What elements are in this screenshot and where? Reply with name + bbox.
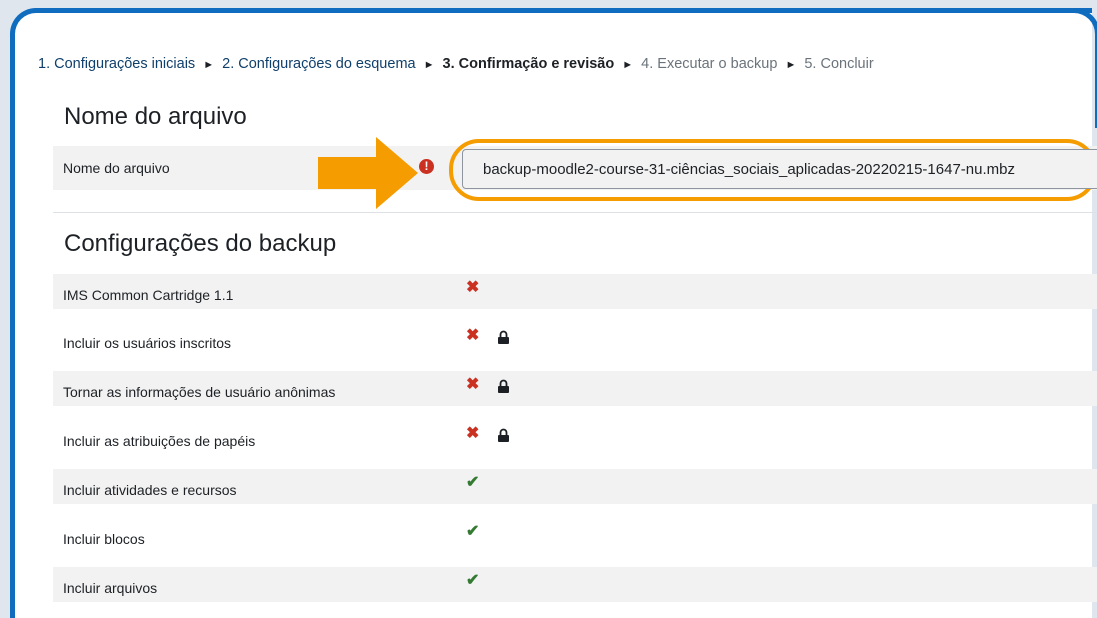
lock-icon bbox=[498, 379, 509, 393]
setting-row: Tornar as informações de usuário anônima… bbox=[53, 371, 1097, 406]
setting-label: Incluir blocos bbox=[63, 531, 145, 547]
breadcrumb-step-3-current: 3. Confirmação e revisão bbox=[442, 56, 615, 72]
backup-stage-breadcrumb: 1. Configurações iniciais ► 2. Configura… bbox=[38, 56, 874, 72]
settings-section-title: Configurações do backup bbox=[64, 230, 337, 257]
breadcrumb-separator: ► bbox=[423, 59, 435, 71]
setting-row: Incluir arquivos ✔ bbox=[53, 567, 1097, 602]
setting-label: Tornar as informações de usuário anônima… bbox=[63, 384, 336, 400]
breadcrumb-step-5: 5. Concluir bbox=[804, 56, 874, 72]
check-icon: ✔ bbox=[466, 572, 480, 589]
setting-row: Incluir as atribuições de papéis ✖ bbox=[53, 420, 1097, 455]
setting-label: Incluir os usuários inscritos bbox=[63, 335, 232, 351]
breadcrumb-separator: ► bbox=[785, 59, 797, 71]
breadcrumb-step-4: 4. Executar o backup bbox=[641, 56, 778, 72]
check-icon: ✔ bbox=[466, 474, 480, 491]
setting-label: Incluir as atribuições de papéis bbox=[63, 433, 256, 449]
setting-label: Incluir atividades e recursos bbox=[63, 482, 237, 498]
cross-icon: ✖ bbox=[466, 327, 480, 344]
setting-row: Incluir atividades e recursos ✔ bbox=[53, 469, 1097, 504]
breadcrumb-step-1: 1. Configurações iniciais bbox=[38, 56, 196, 72]
setting-row: Incluir os usuários inscritos ✖ bbox=[53, 322, 1097, 357]
content-frame-corner bbox=[1060, 8, 1097, 128]
setting-row: Incluir blocos ✔ bbox=[53, 518, 1097, 553]
section-divider bbox=[53, 212, 1097, 213]
breadcrumb-separator: ► bbox=[622, 59, 634, 71]
lock-icon bbox=[498, 330, 509, 344]
lock-icon bbox=[498, 428, 509, 442]
setting-row: IMS Common Cartridge 1.1 ✖ bbox=[53, 274, 1097, 309]
setting-label: Incluir arquivos bbox=[63, 580, 158, 596]
filename-input[interactable] bbox=[462, 149, 1097, 189]
cross-icon: ✖ bbox=[466, 279, 480, 296]
filename-section-title: Nome do arquivo bbox=[64, 103, 247, 130]
setting-label: IMS Common Cartridge 1.1 bbox=[63, 287, 234, 303]
highlight-arrow-icon bbox=[318, 137, 418, 209]
check-icon: ✔ bbox=[466, 523, 480, 540]
breadcrumb-step-2: 2. Configurações do esquema bbox=[222, 56, 416, 72]
exclamation-circle-icon: ! bbox=[419, 159, 434, 174]
filename-label: Nome do arquivo bbox=[63, 160, 170, 176]
breadcrumb-separator: ► bbox=[203, 59, 215, 71]
cross-icon: ✖ bbox=[466, 425, 480, 442]
cross-icon: ✖ bbox=[466, 376, 480, 393]
